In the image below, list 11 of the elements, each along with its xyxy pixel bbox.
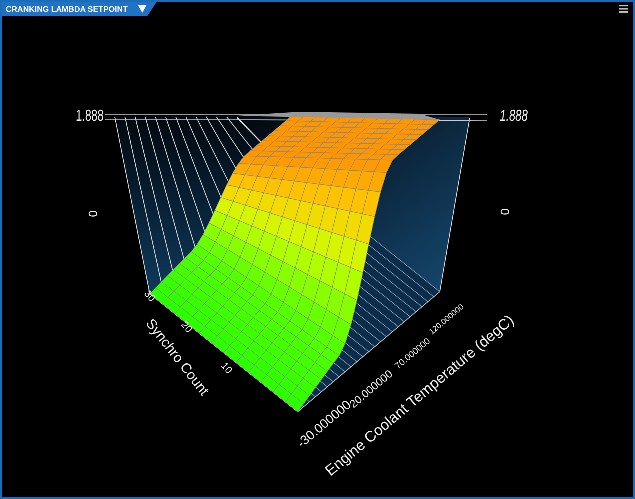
dropdown-caret-icon[interactable]	[138, 5, 147, 13]
panel-title-tab[interactable]: CRANKING LAMBDA SETPOINT	[2, 2, 157, 16]
z-axis-tick-label: 0	[87, 210, 99, 218]
axis-tick-label: 20	[178, 320, 194, 336]
panel-title: CRANKING LAMBDA SETPOINT	[6, 4, 128, 14]
z-axis-tick-label: 1.888	[500, 109, 528, 125]
z-axis-tick-label: 0	[499, 208, 511, 216]
z-axis-tick-label: 1.888	[76, 109, 104, 125]
axis-tick-label: 10	[218, 362, 234, 376]
axis-tick-label: 30	[142, 290, 156, 304]
menu-icon[interactable]	[619, 5, 628, 13]
